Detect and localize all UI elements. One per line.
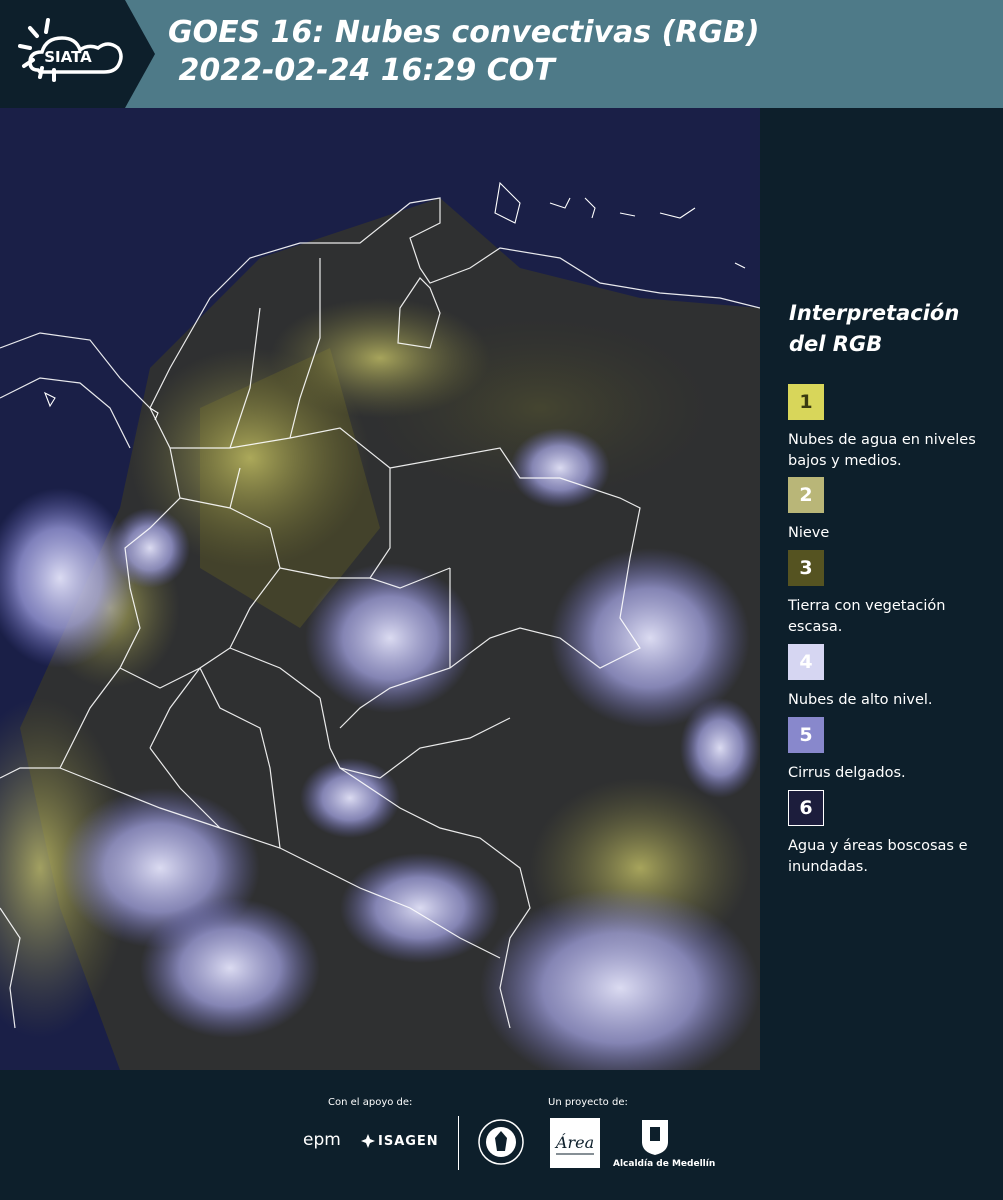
isagen-logo: ISAGEN [378, 1134, 439, 1149]
legend-swatch-6: 6 [788, 790, 824, 826]
legend-item-6: 6 Agua y áreas boscosas e inundadas. [788, 790, 1000, 878]
footer: Con el apoyo de: Un proyecto de: epm ISA… [0, 1070, 1003, 1200]
legend-swatch-5: 5 [788, 717, 824, 753]
page-title: GOES 16: Nubes convectivas (RGB) 2022-02… [168, 15, 760, 88]
area-metropolitana-logo-icon: Área [550, 1118, 600, 1168]
support-label: Con el apoyo de: [328, 1097, 413, 1108]
legend-title: Interpretación del RGB [789, 301, 960, 356]
svg-text:Área: Área [554, 1132, 594, 1152]
epm-logo: epm [303, 1130, 341, 1150]
alcaldia-shield-icon [642, 1120, 668, 1155]
svg-text:SIATA: SIATA [44, 48, 92, 66]
legend-panel: Interpretación del RGB 1 Nubes de agua e… [760, 108, 1003, 1070]
legend-swatch-4: 4 [788, 644, 824, 680]
footer-divider [458, 1116, 459, 1170]
legend-label-1: Nubes de agua en niveles bajos y medios. [788, 432, 976, 469]
header: SIATA GOES 16: Nubes convectivas (RGB) 2… [0, 0, 1003, 108]
legend-label-3: Tierra con vegetación escasa. [788, 598, 946, 635]
siata-logo-icon: SIATA [0, 0, 155, 108]
siata-logo: SIATA [0, 0, 155, 108]
page-root: SIATA GOES 16: Nubes convectivas (RGB) 2… [0, 0, 1003, 1200]
legend-item-2: 2 Nieve [788, 477, 1000, 544]
project-label: Un proyecto de: [548, 1097, 628, 1108]
satellite-image [0, 108, 760, 1070]
legend-item-4: 4 Nubes de alto nivel. [788, 644, 1000, 711]
legend-item-3: 3 Tierra con vegetación escasa. [788, 550, 1000, 638]
legend-label-6: Agua y áreas boscosas e inundadas. [788, 838, 968, 875]
satellite-map [0, 108, 760, 1070]
legend-label-5: Cirrus delgados. [788, 765, 906, 781]
legend-label-2: Nieve [788, 525, 830, 541]
legend-swatch-2: 2 [788, 477, 824, 513]
legend-item-5: 5 Cirrus delgados. [788, 717, 1000, 784]
isagen-icon [361, 1134, 375, 1148]
legend-swatch-1: 1 [788, 384, 824, 420]
medellin-seal-icon [478, 1119, 524, 1165]
legend-swatch-3: 3 [788, 550, 824, 586]
legend-item-1: 1 Nubes de agua en niveles bajos y medio… [788, 384, 1000, 472]
alcaldia-logo: Alcaldía de Medellín [613, 1159, 716, 1169]
legend-label-4: Nubes de alto nivel. [788, 692, 933, 708]
